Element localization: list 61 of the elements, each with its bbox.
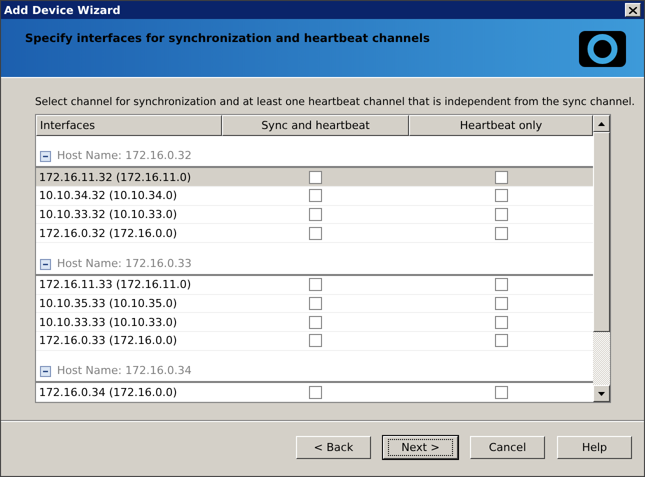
interface-cell-text: 172.16.0.33 (172.16.0.0) bbox=[38, 334, 178, 348]
interface-row[interactable]: 172.16.11.32 (172.16.11.0) bbox=[36, 168, 593, 188]
wizard-button[interactable]: Help bbox=[557, 436, 632, 458]
checkbox[interactable] bbox=[494, 208, 508, 222]
checkbox[interactable] bbox=[494, 296, 508, 310]
interface-row[interactable]: 10.10.34.32 (10.10.34.0) bbox=[36, 187, 593, 206]
column-header[interactable]: Interfaces bbox=[36, 115, 222, 136]
checkbox[interactable] bbox=[494, 334, 508, 348]
checkbox[interactable] bbox=[309, 170, 322, 184]
down-arrow-icon bbox=[598, 392, 605, 396]
checkbox[interactable] bbox=[494, 316, 508, 329]
column-header[interactable]: Sync and heartbeat bbox=[222, 115, 409, 136]
scroll-up-button[interactable] bbox=[593, 115, 610, 132]
checkbox[interactable] bbox=[494, 170, 508, 184]
interface-row[interactable]: 10.10.33.33 (10.10.33.0) bbox=[36, 313, 593, 332]
host-name: Host Name: 172.16.0.32 bbox=[57, 149, 192, 162]
interface-cell-text: 10.10.33.32 (10.10.33.0) bbox=[38, 208, 178, 222]
column-header[interactable]: Heartbeat only bbox=[409, 115, 593, 136]
checkbox[interactable] bbox=[309, 386, 322, 399]
host-name: Host Name: 172.16.0.33 bbox=[57, 256, 192, 270]
checkbox[interactable] bbox=[494, 386, 508, 399]
collapse-icon[interactable] bbox=[40, 151, 51, 162]
checkbox[interactable] bbox=[309, 296, 322, 310]
checkbox[interactable] bbox=[309, 278, 322, 292]
scrollbar[interactable] bbox=[593, 115, 610, 402]
interface-cell-text: 172.16.0.34 (172.16.0.0) bbox=[38, 386, 178, 399]
window-title: Add Device Wizard bbox=[4, 4, 120, 16]
wizard-button[interactable]: < Back bbox=[296, 436, 371, 458]
checkbox[interactable] bbox=[494, 278, 508, 292]
wizard-button[interactable]: Cancel bbox=[470, 436, 545, 458]
close-button[interactable] bbox=[625, 3, 641, 17]
close-icon bbox=[629, 6, 637, 14]
page-heading: Specify interfaces for synchronization and heartbeat channels bbox=[25, 31, 430, 47]
checkbox[interactable] bbox=[309, 334, 322, 348]
interface-row[interactable]: 10.10.35.33 (10.10.35.0) bbox=[36, 294, 593, 314]
interface-row[interactable]: 10.10.33.32 (10.10.33.0) bbox=[36, 206, 593, 224]
interface-cell-text: 172.16.11.32 (172.16.11.0) bbox=[38, 170, 192, 184]
wizard-button[interactable]: Next > bbox=[383, 436, 458, 458]
instruction-text: Select channel for synchronization and at least one heartbeat channel that is independent from the sync channel. bbox=[35, 96, 636, 108]
interface-row[interactable]: 172.16.11.33 (172.16.11.0) bbox=[36, 276, 593, 295]
interface-cell-text: 10.10.35.33 (10.10.35.0) bbox=[38, 296, 178, 310]
interface-cell-text: 10.10.34.32 (10.10.34.0) bbox=[38, 189, 178, 202]
checkbox[interactable] bbox=[309, 189, 322, 202]
checkbox[interactable] bbox=[309, 316, 322, 329]
checkbox[interactable] bbox=[494, 226, 508, 240]
interface-cell-text: 10.10.33.33 (10.10.33.0) bbox=[38, 316, 178, 329]
interface-row[interactable]: 172.16.0.34 (172.16.0.0) bbox=[36, 383, 593, 402]
scroll-thumb[interactable] bbox=[593, 132, 610, 332]
interface-cell-text: 172.16.0.32 (172.16.0.0) bbox=[38, 226, 178, 240]
up-arrow-icon bbox=[598, 122, 605, 126]
checkbox[interactable] bbox=[494, 189, 508, 202]
interface-row[interactable]: 172.16.0.32 (172.16.0.0) bbox=[36, 224, 593, 244]
collapse-icon[interactable] bbox=[40, 258, 51, 270]
scroll-down-button[interactable] bbox=[593, 385, 610, 402]
checkbox[interactable] bbox=[309, 208, 322, 222]
interface-cell-text: 172.16.11.33 (172.16.11.0) bbox=[38, 278, 192, 292]
ring-logo-icon bbox=[579, 31, 626, 67]
checkbox[interactable] bbox=[309, 226, 322, 240]
interface-row[interactable]: 172.16.0.33 (172.16.0.0) bbox=[36, 332, 593, 351]
collapse-icon[interactable] bbox=[40, 366, 51, 378]
host-name: Host Name: 172.16.0.34 bbox=[57, 364, 192, 378]
